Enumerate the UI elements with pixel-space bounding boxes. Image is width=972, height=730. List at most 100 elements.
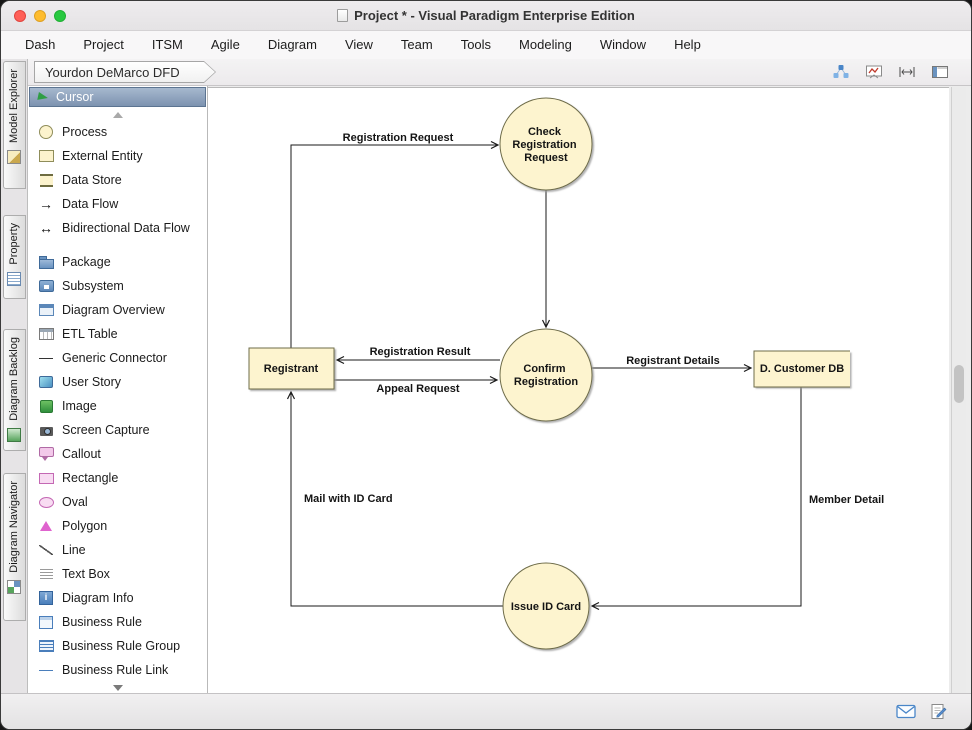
process-icon: [37, 124, 55, 140]
line-icon: [37, 542, 55, 558]
palette-item-generic-connector[interactable]: Generic Connector: [28, 346, 207, 370]
palette-item-label: Package: [62, 255, 111, 269]
flow-label[interactable]: Mail with ID Card: [304, 493, 393, 505]
vertical-scrollbar[interactable]: [951, 87, 966, 693]
mail-icon[interactable]: [896, 704, 916, 719]
document-icon: [337, 9, 348, 22]
palette-item-data-flow[interactable]: Data Flow: [28, 192, 207, 216]
edit-note-icon[interactable]: [930, 703, 947, 720]
menu-team[interactable]: Team: [387, 31, 447, 59]
palette-item-text-box[interactable]: Text Box: [28, 562, 207, 586]
flow-label[interactable]: Registrant Details: [626, 355, 720, 367]
palette-scroll-up-icon[interactable]: [113, 112, 123, 118]
palette-item-label: Screen Capture: [62, 423, 150, 437]
process-issue-id-card[interactable]: Issue ID Card: [503, 563, 589, 649]
palette-item-label: External Entity: [62, 149, 143, 163]
palette-item-diagram-info[interactable]: Diagram Info: [28, 586, 207, 610]
palette-item-image[interactable]: Image: [28, 394, 207, 418]
palette-item-callout[interactable]: Callout: [28, 442, 207, 466]
minimize-button[interactable]: [34, 10, 46, 22]
palette-item-label: Business Rule: [62, 615, 142, 629]
palette-item-business-rule[interactable]: Business Rule: [28, 610, 207, 634]
menu-agile[interactable]: Agile: [197, 31, 254, 59]
palette-item-label: Diagram Overview: [62, 303, 165, 317]
palette-item-bidirectional-data-flow[interactable]: Bidirectional Data Flow: [28, 216, 207, 240]
close-button[interactable]: [14, 10, 26, 22]
user-story-icon: [37, 374, 55, 390]
side-tab-strip: Model Explorer Property Diagram Backlog …: [1, 59, 28, 693]
menu-help[interactable]: Help: [660, 31, 715, 59]
data-store-customer-db[interactable]: D. Customer DB: [754, 351, 850, 387]
side-tab-model-explorer[interactable]: Model Explorer: [3, 61, 26, 189]
oval-icon: [37, 494, 55, 510]
palette-item-business-rule-link[interactable]: Business Rule Link: [28, 658, 207, 682]
diagram-canvas[interactable]: Registration Request Registration Result…: [208, 87, 949, 693]
diagram-tab[interactable]: Yourdon DeMarco DFD: [34, 61, 216, 83]
flow-label[interactable]: Appeal Request: [376, 383, 459, 395]
menu-modeling[interactable]: Modeling: [505, 31, 586, 59]
menu-bar: Dash Project ITSM Agile Diagram View Tea…: [1, 31, 971, 59]
palette-item-label: Diagram Info: [62, 591, 134, 605]
palette-item-label: Rectangle: [62, 471, 118, 485]
palette-item-external-entity[interactable]: External Entity: [28, 144, 207, 168]
palette-item-label: Callout: [62, 447, 101, 461]
menu-project[interactable]: Project: [69, 31, 137, 59]
palette-item-label: Business Rule Link: [62, 663, 168, 677]
palette-item-label: Generic Connector: [62, 351, 167, 365]
palette-item-label: Data Flow: [62, 197, 118, 211]
side-tab-property[interactable]: Property: [3, 215, 26, 299]
diagram-overview-icon: [37, 302, 55, 318]
flow-registration-request[interactable]: [291, 145, 498, 348]
palette-item-etl-table[interactable]: ETL Table: [28, 322, 207, 346]
palette-item-oval[interactable]: Oval: [28, 490, 207, 514]
property-icon: [7, 272, 21, 286]
image-icon: [37, 398, 55, 414]
process-check-registration-request[interactable]: Check Registration Request: [500, 98, 592, 190]
layout-hierarchy-icon[interactable]: [830, 62, 852, 82]
data-store-icon: [37, 172, 55, 188]
palette-item-process[interactable]: Process: [28, 120, 207, 144]
palette-item-screen-capture[interactable]: Screen Capture: [28, 418, 207, 442]
scrollbar-thumb[interactable]: [954, 365, 964, 403]
menu-itsm[interactable]: ITSM: [138, 31, 197, 59]
menu-diagram[interactable]: Diagram: [254, 31, 331, 59]
palette-item-label: User Story: [62, 375, 121, 389]
flow-member-detail[interactable]: [592, 387, 801, 606]
palette-item-business-rule-group[interactable]: Business Rule Group: [28, 634, 207, 658]
palette-item-line[interactable]: Line: [28, 538, 207, 562]
side-tab-diagram-backlog[interactable]: Diagram Backlog: [3, 329, 26, 451]
flow-label[interactable]: Member Detail: [809, 494, 884, 506]
menu-dash[interactable]: Dash: [11, 31, 69, 59]
subsystem-icon: [37, 278, 55, 294]
palette-item-cursor[interactable]: Cursor: [29, 87, 206, 107]
palette-item-user-story[interactable]: User Story: [28, 370, 207, 394]
palette-item-label: Subsystem: [62, 279, 124, 293]
side-tab-diagram-navigator[interactable]: Diagram Navigator: [3, 473, 26, 621]
business-rule-group-icon: [37, 638, 55, 654]
palette-item-subsystem[interactable]: Subsystem: [28, 274, 207, 298]
business-rule-icon: [37, 614, 55, 630]
panels-icon[interactable]: [929, 62, 951, 82]
bidirectional-data-flow-icon: [37, 220, 55, 236]
menu-window[interactable]: Window: [586, 31, 660, 59]
flow-label[interactable]: Registration Result: [370, 346, 471, 358]
side-tab-label: Model Explorer: [8, 69, 20, 143]
presentation-icon[interactable]: [863, 62, 885, 82]
palette-item-polygon[interactable]: Polygon: [28, 514, 207, 538]
palette-item-rectangle[interactable]: Rectangle: [28, 466, 207, 490]
menu-tools[interactable]: Tools: [447, 31, 505, 59]
palette-scroll-down-icon[interactable]: [113, 685, 123, 691]
package-icon: [37, 254, 55, 270]
diagram-navigator-icon: [7, 580, 21, 594]
palette-item-label: Image: [62, 399, 97, 413]
process-confirm-registration[interactable]: Confirm Registration: [500, 329, 592, 421]
palette-item-package[interactable]: Package: [28, 250, 207, 274]
flow-label[interactable]: Registration Request: [343, 132, 454, 144]
fit-width-icon[interactable]: [896, 62, 918, 82]
external-entity-registrant[interactable]: Registrant: [249, 348, 334, 389]
text-box-icon: [37, 566, 55, 582]
palette-item-data-store[interactable]: Data Store: [28, 168, 207, 192]
palette-item-diagram-overview[interactable]: Diagram Overview: [28, 298, 207, 322]
menu-view[interactable]: View: [331, 31, 387, 59]
zoom-button[interactable]: [54, 10, 66, 22]
